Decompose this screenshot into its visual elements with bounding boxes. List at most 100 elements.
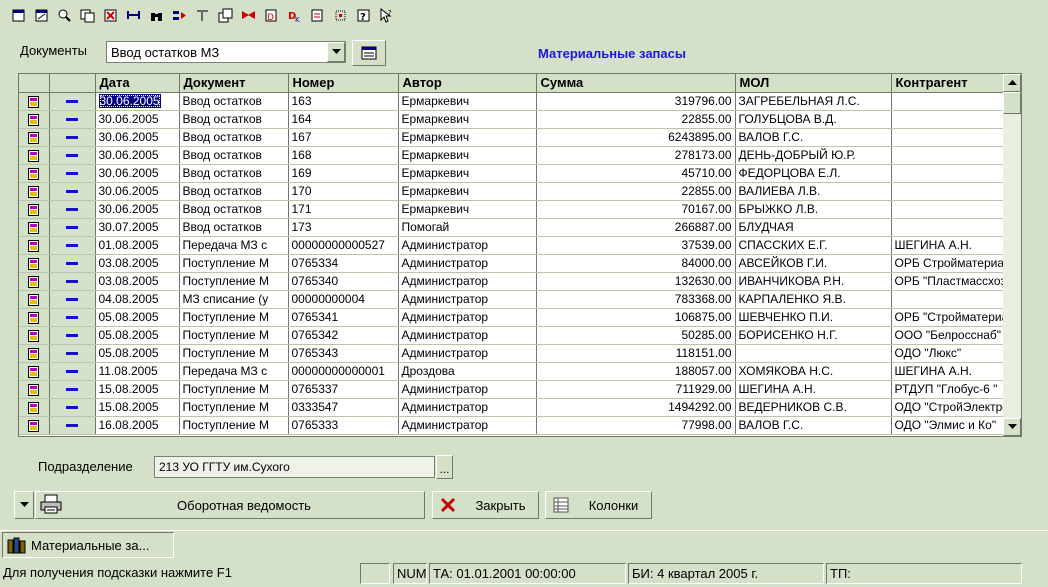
- cell-agent[interactable]: РТДУП "Глобус-6 ": [891, 380, 1005, 399]
- view-doc-icon[interactable]: [54, 5, 75, 25]
- cell-agent[interactable]: ОДО "СтройЭлектроСн: [891, 398, 1005, 417]
- row-doc-icon[interactable]: [19, 110, 50, 129]
- cell-agent[interactable]: [891, 290, 1005, 309]
- cell-author[interactable]: Администратор: [398, 326, 537, 345]
- cell-agent[interactable]: ООО "Белросснаб": [891, 326, 1005, 345]
- cell-date[interactable]: 04.08.2005: [95, 290, 180, 309]
- cell-date[interactable]: 16.08.2005: [95, 416, 180, 435]
- cell-sum[interactable]: 118151.00: [536, 344, 736, 363]
- cell-number[interactable]: 164: [288, 110, 399, 129]
- cell-sum[interactable]: 188057.00: [536, 362, 736, 381]
- row-doc-icon[interactable]: [19, 362, 50, 381]
- row-status-icon[interactable]: [49, 146, 96, 165]
- cell-document[interactable]: Поступление М: [179, 398, 289, 417]
- whats-this-icon[interactable]: ?: [376, 5, 397, 25]
- cell-date[interactable]: 05.08.2005: [95, 308, 180, 327]
- cell-document[interactable]: Поступление М: [179, 326, 289, 345]
- scroll-up-button[interactable]: [1003, 74, 1021, 92]
- row-status-icon[interactable]: [49, 128, 96, 147]
- cell-number[interactable]: 00000000004: [288, 290, 399, 309]
- table-row[interactable]: 16.08.2005 Поступление М 0765333 Администра…: [19, 416, 1005, 435]
- subdivision-field[interactable]: 213 УО ГГТУ им.Сухого: [154, 456, 435, 478]
- cell-date[interactable]: 30.06.2005: [95, 128, 180, 147]
- cell-sum[interactable]: 37539.00: [536, 236, 736, 255]
- cell-mol[interactable]: ФЕДОРЦОВА Е.Л.: [735, 164, 892, 183]
- post-icon[interactable]: D: [261, 5, 282, 25]
- cell-document[interactable]: Поступление М: [179, 254, 289, 273]
- cell-date[interactable]: 30.06.2005: [95, 200, 180, 219]
- cell-sum[interactable]: 1494292.00: [536, 398, 736, 417]
- cell-mol[interactable]: БРЫЖКО Л.В.: [735, 200, 892, 219]
- row-status-icon[interactable]: [49, 236, 96, 255]
- cell-sum[interactable]: 6243895.00: [536, 128, 736, 147]
- cell-author[interactable]: Администратор: [398, 236, 537, 255]
- row-doc-icon[interactable]: [19, 92, 50, 111]
- table-row[interactable]: 15.08.2005 Поступление М 0765337 Администра…: [19, 380, 1005, 399]
- cell-date[interactable]: 30.06.2005: [95, 182, 180, 201]
- cell-date[interactable]: 03.08.2005: [95, 272, 180, 291]
- cell-mol[interactable]: ВАЛОВ Г.С.: [735, 128, 892, 147]
- table-row[interactable]: 30.06.2005 Ввод остатков 168 Ермаркевич 2781…: [19, 146, 1005, 165]
- turnover-dropdown-button[interactable]: [14, 491, 34, 519]
- cell-date[interactable]: 11.08.2005: [95, 362, 180, 381]
- delete-doc-icon[interactable]: [100, 5, 121, 25]
- grid-scrollbar[interactable]: [1003, 74, 1021, 436]
- cell-number[interactable]: 170: [288, 182, 399, 201]
- cell-sum[interactable]: 45710.00: [536, 164, 736, 183]
- cell-agent[interactable]: ОРБ "Пластмассхозтор: [891, 272, 1005, 291]
- cell-document[interactable]: Поступление М: [179, 344, 289, 363]
- cell-mol[interactable]: ВЕДЕРНИКОВ С.В.: [735, 398, 892, 417]
- cell-agent[interactable]: [891, 128, 1005, 147]
- cell-number[interactable]: 0765334: [288, 254, 399, 273]
- documents-grid[interactable]: Дата Документ Номер Автор Сумма МОЛ Конт…: [18, 73, 1022, 437]
- cell-document[interactable]: Передача МЗ с: [179, 236, 289, 255]
- cell-date[interactable]: 05.08.2005: [95, 344, 180, 363]
- copy-doc-icon[interactable]: [77, 5, 98, 25]
- cell-number[interactable]: 00000000000527: [288, 236, 399, 255]
- cell-date[interactable]: 30.07.2005: [95, 218, 180, 237]
- row-status-icon[interactable]: [49, 416, 96, 435]
- cell-date[interactable]: 05.08.2005: [95, 326, 180, 345]
- cell-mol[interactable]: ШЕГИНА А.Н.: [735, 380, 892, 399]
- cell-mol[interactable]: ДЕНЬ-ДОБРЫЙ Ю.Р.: [735, 146, 892, 165]
- taskbar-window-button[interactable]: Материальные за...: [2, 532, 174, 558]
- cell-document[interactable]: Поступление М: [179, 308, 289, 327]
- print-icon[interactable]: [238, 5, 259, 25]
- cell-agent[interactable]: ОДО "Люкс": [891, 344, 1005, 363]
- cell-agent[interactable]: ШЕГИНА А.Н.: [891, 236, 1005, 255]
- row-status-icon[interactable]: [49, 380, 96, 399]
- cell-author[interactable]: Ермаркевич: [398, 200, 537, 219]
- cell-mol[interactable]: БОРИСЕНКО Н.Г.: [735, 326, 892, 345]
- col-status-header[interactable]: [49, 74, 96, 93]
- cell-mol[interactable]: СПАССКИХ Е.Г.: [735, 236, 892, 255]
- table-row[interactable]: 11.08.2005 Передача МЗ с 00000000000001 Дро…: [19, 362, 1005, 381]
- col-number-header[interactable]: Номер: [288, 74, 399, 93]
- cell-mol[interactable]: АВСЕЙКОВ Г.И.: [735, 254, 892, 273]
- new-doc-icon[interactable]: [8, 5, 29, 25]
- row-doc-icon[interactable]: [19, 182, 50, 201]
- sort-icon[interactable]: [192, 5, 213, 25]
- col-document-header[interactable]: Документ: [179, 74, 289, 93]
- cell-author[interactable]: Администратор: [398, 308, 537, 327]
- cell-document[interactable]: Ввод остатков: [179, 218, 289, 237]
- cell-sum[interactable]: 106875.00: [536, 308, 736, 327]
- cell-mol[interactable]: ХОМЯКОВА Н.С.: [735, 362, 892, 381]
- col-icon-header[interactable]: [19, 74, 50, 93]
- cell-document[interactable]: Ввод остатков: [179, 146, 289, 165]
- cell-number[interactable]: 0765333: [288, 416, 399, 435]
- cell-author[interactable]: Помогай: [398, 218, 537, 237]
- cell-document[interactable]: Ввод остатков: [179, 110, 289, 129]
- table-row[interactable]: 05.08.2005 Поступление М 0765343 Администра…: [19, 344, 1005, 363]
- cell-document[interactable]: Ввод остатков: [179, 164, 289, 183]
- cell-author[interactable]: Администратор: [398, 290, 537, 309]
- link-icon[interactable]: [123, 5, 144, 25]
- table-row[interactable]: 04.08.2005 МЗ списание (у 00000000004 Админ…: [19, 290, 1005, 309]
- cell-agent[interactable]: [891, 182, 1005, 201]
- cell-document[interactable]: Поступление М: [179, 416, 289, 435]
- row-status-icon[interactable]: [49, 290, 96, 309]
- cell-author[interactable]: Администратор: [398, 254, 537, 273]
- row-status-icon[interactable]: [49, 272, 96, 291]
- cell-author[interactable]: Администратор: [398, 272, 537, 291]
- cell-author[interactable]: Администратор: [398, 344, 537, 363]
- cell-agent[interactable]: ОРБ "Стройматериалы: [891, 308, 1005, 327]
